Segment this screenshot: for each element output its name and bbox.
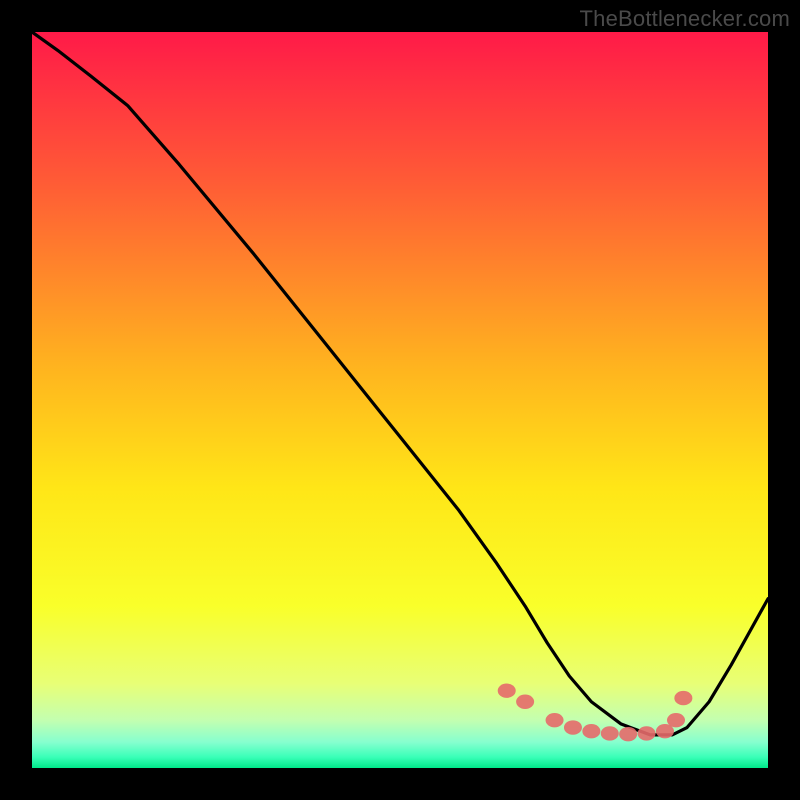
chart-svg bbox=[32, 32, 768, 768]
marker-dot bbox=[619, 727, 637, 741]
plot-area bbox=[32, 32, 768, 768]
marker-dot bbox=[546, 713, 564, 727]
marker-dot bbox=[516, 695, 534, 709]
marker-dot bbox=[498, 684, 516, 698]
marker-dot bbox=[638, 726, 656, 740]
marker-dot bbox=[564, 720, 582, 734]
marker-dot bbox=[582, 724, 600, 738]
chart-stage: TheBottlenecker.com bbox=[0, 0, 800, 800]
marker-dot bbox=[667, 713, 685, 727]
marker-dot bbox=[601, 726, 619, 740]
marker-dot bbox=[674, 691, 692, 705]
gradient-background bbox=[32, 32, 768, 768]
attribution-watermark: TheBottlenecker.com bbox=[580, 6, 790, 32]
